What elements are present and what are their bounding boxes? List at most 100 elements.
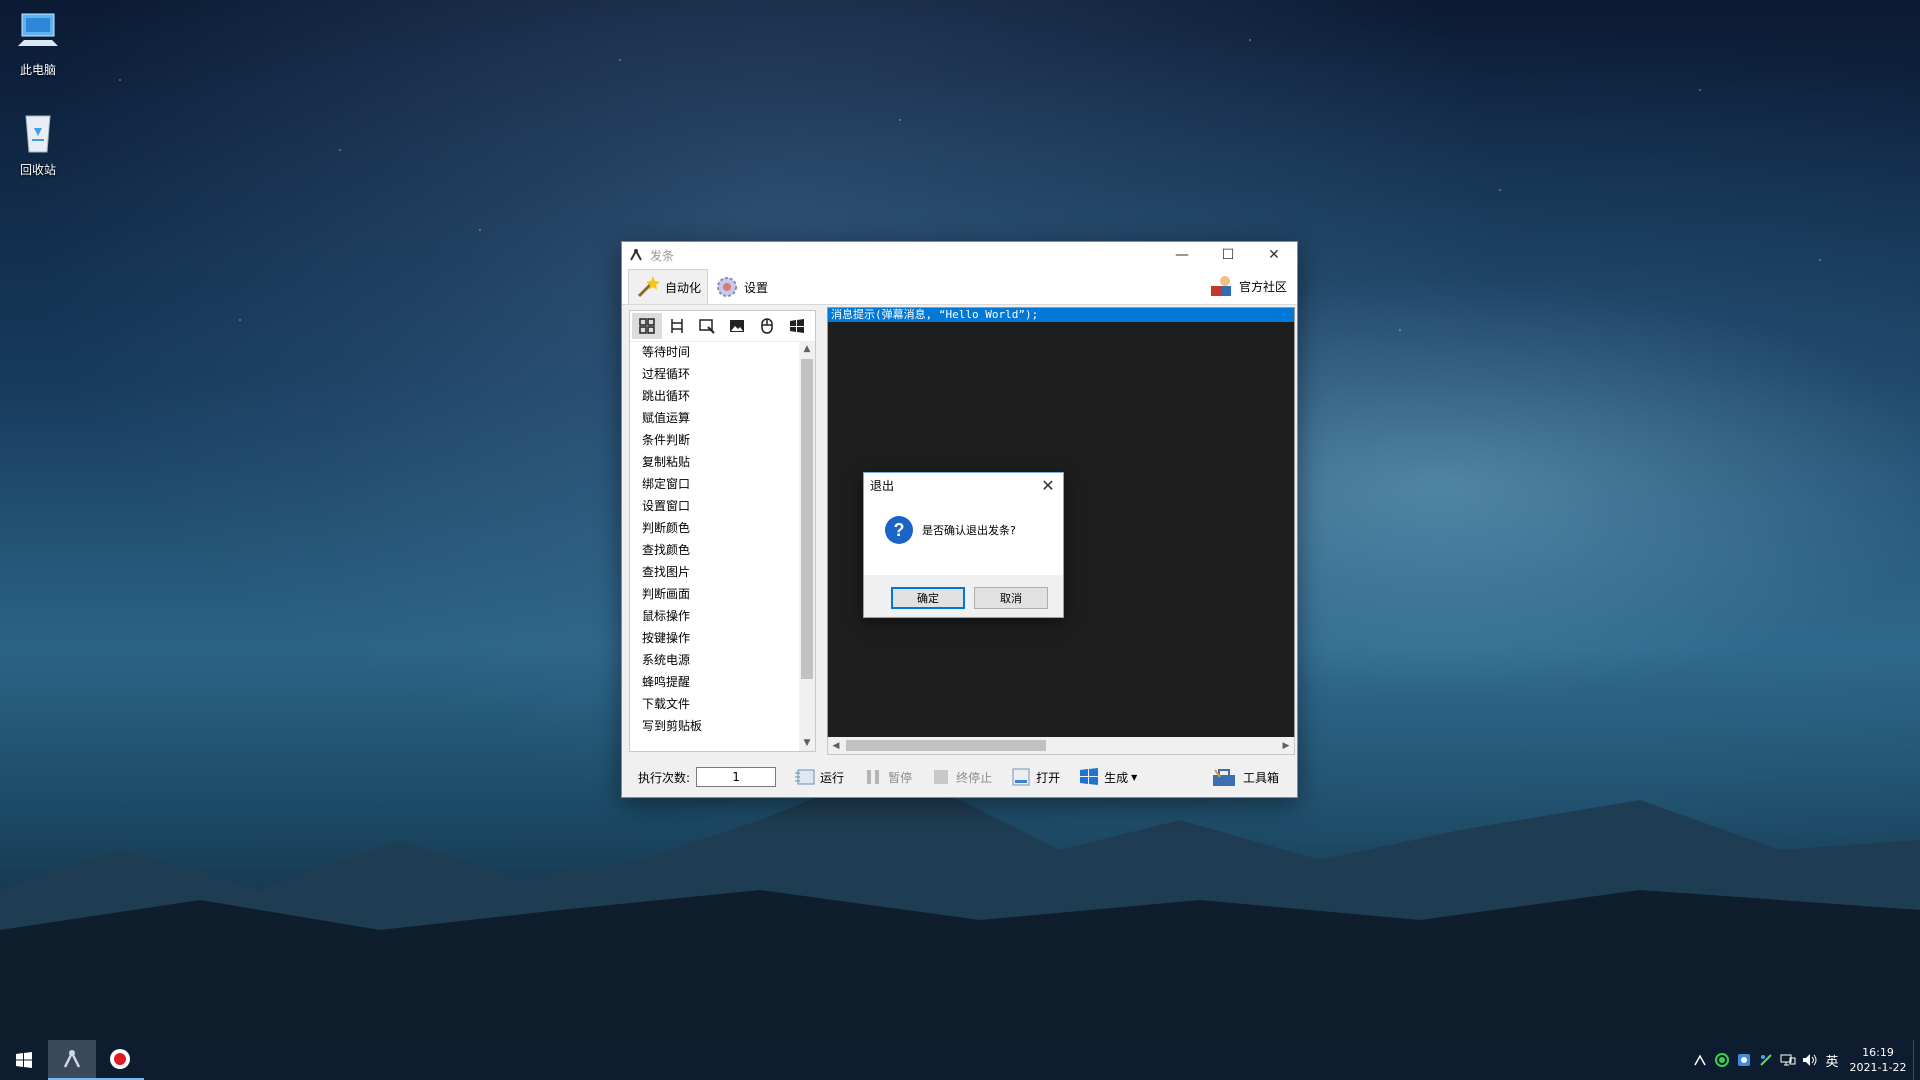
app-icon [630, 248, 642, 261]
list-item[interactable]: 查找颜色 [630, 539, 798, 561]
category-window-button[interactable] [692, 313, 722, 339]
tab-automation[interactable]: 自动化 [628, 269, 709, 304]
open-label: 打开 [1036, 770, 1061, 785]
toolbox-icon [1212, 769, 1235, 786]
taskbar: 英 16:19 2021-1-22 [0, 1040, 1920, 1080]
community-icon [1210, 276, 1231, 296]
tab-settings[interactable]: 设置 [708, 270, 774, 304]
category-image-button[interactable] [722, 313, 752, 339]
app-tray-icon[interactable] [1733, 1040, 1755, 1080]
scroll-up-icon[interactable]: ▲ [799, 341, 815, 357]
editor-horizontal-scrollbar[interactable]: ◀ ▶ [827, 737, 1295, 755]
clock[interactable]: 16:19 2021-1-22 [1843, 1045, 1913, 1075]
minimize-button[interactable]: — [1159, 242, 1205, 268]
stop-icon [934, 770, 949, 784]
fatiao-tray-icon[interactable] [1689, 1040, 1711, 1080]
list-item[interactable]: 按键操作 [630, 627, 798, 649]
desktop-icon-this-pc[interactable]: 此电脑 [3, 10, 73, 78]
scroll-right-icon[interactable]: ▶ [1278, 737, 1294, 754]
command-panel: 等待时间 过程循环 跳出循环 赋值运算 条件判断 复制粘贴 绑定窗口 设置窗口 … [629, 310, 816, 752]
magic-wand-icon [637, 276, 660, 298]
taskbar-app-recorder[interactable] [96, 1040, 144, 1080]
windows-icon [790, 319, 804, 333]
title-bar[interactable]: 发条 — ☐ ✕ [622, 242, 1297, 268]
dialog-title-bar[interactable]: 退出 ✕ [864, 473, 1063, 497]
community-label: 官方社区 [1238, 279, 1287, 294]
exit-dialog: 退出 ✕ ? 是否确认退出发条? 确定 取消 [863, 472, 1064, 618]
dialog-footer: 确定 取消 [864, 575, 1063, 617]
community-link[interactable]: 官方社区 [1207, 272, 1287, 300]
toolbox-button[interactable]: 工具箱 [1211, 766, 1279, 788]
open-file-icon [1012, 768, 1030, 786]
list-item[interactable]: 鼠标操作 [630, 605, 798, 627]
cancel-button[interactable]: 取消 [974, 587, 1048, 609]
list-item[interactable]: 系统电源 [630, 649, 798, 671]
list-item[interactable]: 过程循环 [630, 363, 798, 385]
exec-count-input[interactable]: 1 [696, 767, 777, 787]
question-icon: ? [885, 516, 913, 544]
window-select-icon [699, 319, 715, 334]
generate-button[interactable]: 生成 ▼ [1078, 767, 1137, 787]
category-flow-button[interactable] [662, 313, 692, 339]
list-item[interactable]: 等待时间 [630, 341, 798, 363]
green-circle-icon[interactable] [1711, 1040, 1733, 1080]
scroll-down-icon[interactable]: ▼ [799, 735, 815, 751]
scrollbar-thumb[interactable] [801, 359, 813, 679]
list-item[interactable]: 查找图片 [630, 561, 798, 583]
tab-bar: 自动化 设置 官方社区 [622, 268, 1297, 305]
taskbar-app-fatiao[interactable] [48, 1040, 96, 1080]
network-share-icon[interactable] [1755, 1040, 1777, 1080]
list-item[interactable]: 赋值运算 [630, 407, 798, 429]
recycle-bin-icon [25, 115, 51, 153]
close-button[interactable]: ✕ [1251, 242, 1297, 268]
list-item[interactable]: 写到剪贴板 [630, 715, 798, 737]
run-button[interactable]: 运行 [794, 767, 844, 787]
list-item[interactable]: 跳出循环 [630, 385, 798, 407]
category-system-button[interactable] [782, 313, 812, 339]
command-list-scrollbar[interactable]: ▲ ▼ [799, 341, 815, 751]
desktop-icon-recycle-bin[interactable]: 回收站 [3, 110, 73, 178]
volume-icon[interactable] [1799, 1040, 1821, 1080]
list-item[interactable]: 绑定窗口 [630, 473, 798, 495]
ime-indicator[interactable]: 英 [1821, 1040, 1843, 1080]
window-title: 发条 [650, 248, 675, 263]
generate-label: 生成 [1104, 770, 1129, 785]
category-mouse-button[interactable] [752, 313, 782, 339]
desktop-icon-label: 回收站 [19, 163, 56, 177]
tab-label: 自动化 [665, 280, 702, 295]
dialog-message: 是否确认退出发条? [922, 524, 1016, 537]
command-category-toolbar [630, 311, 815, 342]
show-desktop-button[interactable] [1913, 1040, 1920, 1080]
list-item[interactable]: 设置窗口 [630, 495, 798, 517]
maximize-button[interactable]: ☐ [1205, 242, 1251, 268]
gear-icon [717, 277, 738, 297]
list-item[interactable]: 蜂鸣提醒 [630, 671, 798, 693]
dialog-close-icon[interactable]: ✕ [1039, 476, 1057, 495]
list-item[interactable]: 下载文件 [630, 693, 798, 715]
windows-start-icon [16, 1052, 32, 1068]
start-button[interactable] [0, 1040, 48, 1080]
grid-icon [639, 318, 655, 334]
ok-button[interactable]: 确定 [891, 587, 965, 609]
category-grid-button[interactable] [632, 313, 662, 339]
run-icon [795, 769, 815, 785]
list-item[interactable]: 复制粘贴 [630, 451, 798, 473]
scroll-left-icon[interactable]: ◀ [828, 737, 844, 754]
command-list: 等待时间 过程循环 跳出循环 赋值运算 条件判断 复制粘贴 绑定窗口 设置窗口 … [630, 341, 798, 751]
pause-label: 暂停 [888, 770, 913, 785]
stop-button[interactable]: 终停止 [930, 767, 992, 787]
open-button[interactable]: 打开 [1010, 767, 1060, 787]
scrollbar-thumb[interactable] [846, 740, 1046, 751]
dialog-body: ? 是否确认退出发条? [864, 497, 1063, 563]
list-item[interactable]: 判断画面 [630, 583, 798, 605]
clock-date: 2021-1-22 [1849, 1061, 1907, 1074]
code-line[interactable]: 消息提示(弹幕消息, “Hello World”); [828, 308, 1294, 322]
chevron-down-icon: ▼ [1131, 772, 1138, 782]
network-icon[interactable] [1777, 1040, 1799, 1080]
toolbox-label: 工具箱 [1242, 770, 1279, 785]
list-item[interactable]: 判断颜色 [630, 517, 798, 539]
pause-button[interactable]: 暂停 [862, 767, 912, 787]
list-item[interactable]: 条件判断 [630, 429, 798, 451]
dialog-title: 退出 [870, 478, 895, 493]
clock-time: 16:19 [1862, 1046, 1894, 1059]
